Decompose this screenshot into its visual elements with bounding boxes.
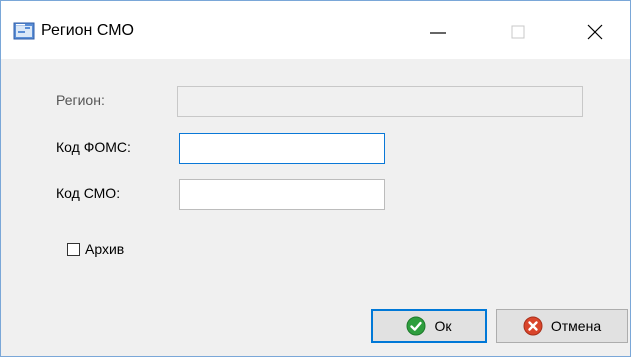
maximize-icon bbox=[511, 25, 525, 39]
window-title: Регион СМО bbox=[41, 22, 134, 39]
cancel-circle-icon bbox=[523, 316, 543, 336]
check-circle-icon bbox=[406, 316, 426, 336]
foms-code-field[interactable] bbox=[179, 133, 385, 164]
title-bar[interactable]: Регион СМО bbox=[1, 1, 630, 59]
minimize-icon bbox=[430, 32, 446, 34]
archive-label[interactable]: Архив bbox=[85, 241, 124, 257]
ok-button[interactable]: Ок bbox=[371, 309, 487, 343]
cancel-button-label: Отмена bbox=[550, 318, 602, 334]
dialog-window: Регион СМО Регион: Код ФОМС: Код СМО: Ар… bbox=[0, 0, 631, 357]
app-window-icon bbox=[13, 22, 35, 40]
smo-code-label: Код СМО: bbox=[56, 185, 121, 201]
maximize-button[interactable] bbox=[495, 11, 541, 51]
minimize-button[interactable] bbox=[415, 11, 461, 51]
cancel-button[interactable]: Отмена bbox=[496, 309, 628, 343]
foms-code-label: Код ФОМС: bbox=[56, 139, 131, 155]
archive-checkbox[interactable] bbox=[67, 243, 80, 256]
region-field[interactable] bbox=[177, 86, 583, 117]
ok-button-label: Ок bbox=[434, 318, 452, 334]
smo-code-field[interactable] bbox=[179, 179, 385, 210]
region-label: Регион: bbox=[56, 92, 105, 108]
close-icon bbox=[587, 24, 603, 40]
close-button[interactable] bbox=[572, 11, 618, 51]
